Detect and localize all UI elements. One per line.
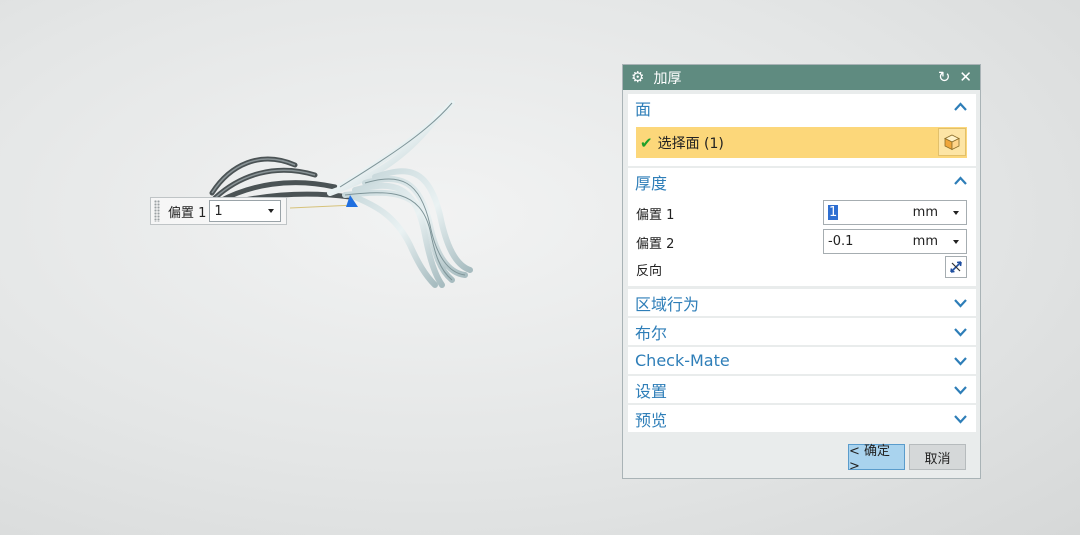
reverse-label: 反向 bbox=[636, 263, 663, 279]
dialog-titlebar[interactable]: ⚙ 加厚 ↻ ✕ bbox=[623, 65, 980, 90]
offset1-unit: mm bbox=[912, 205, 938, 220]
thickness-section-title: 厚度 bbox=[635, 174, 668, 193]
face-section: 面 ✔ 选择面 (1) bbox=[628, 94, 976, 166]
check-mate-header: Check-Mate bbox=[628, 347, 976, 374]
reverse-direction-icon bbox=[950, 261, 962, 273]
boolean-section[interactable]: 布尔 bbox=[628, 318, 976, 345]
offset2-value: -0.1 bbox=[828, 234, 854, 249]
floating-offset-widget: 偏置 1 1 bbox=[150, 197, 287, 225]
thicken-dialog: ⚙ 加厚 ↻ ✕ 面 ✔ 选择面 (1) 厚度 偏置 1 1 mm 偏置 2 -… bbox=[622, 64, 981, 479]
chevron-down-icon[interactable] bbox=[953, 240, 959, 244]
thickened-surface-model[interactable] bbox=[190, 95, 490, 295]
thickness-section-header[interactable]: 厚度 bbox=[628, 168, 976, 196]
chevron-down-icon[interactable] bbox=[953, 295, 968, 310]
preview-header: 预览 bbox=[628, 405, 976, 432]
floating-offset-label: 偏置 1 bbox=[168, 205, 207, 221]
offset1-label: 偏置 1 bbox=[636, 207, 675, 223]
chevron-down-icon[interactable] bbox=[268, 209, 275, 213]
thickness-section: 厚度 偏置 1 1 mm 偏置 2 -0.1 mm 反向 bbox=[628, 168, 976, 286]
check-mate-section[interactable]: Check-Mate bbox=[628, 347, 976, 374]
checkmark-icon: ✔ bbox=[640, 133, 653, 152]
floating-offset-input[interactable]: 1 bbox=[209, 200, 282, 222]
preview-title: 预览 bbox=[635, 410, 668, 430]
close-icon[interactable]: ✕ bbox=[959, 70, 972, 85]
face-selection-button[interactable] bbox=[938, 128, 966, 156]
region-behavior-title: 区域行为 bbox=[635, 294, 700, 314]
offset2-row: 偏置 2 -0.1 mm bbox=[636, 229, 967, 255]
chevron-down-icon[interactable] bbox=[953, 211, 959, 215]
chevron-down-icon[interactable] bbox=[953, 353, 968, 368]
offset1-value: 1 bbox=[828, 205, 839, 220]
floating-offset-value: 1 bbox=[214, 203, 223, 219]
drag-handle[interactable] bbox=[154, 200, 160, 222]
offset1-row: 偏置 1 1 mm bbox=[636, 200, 967, 226]
face-section-title: 面 bbox=[635, 100, 652, 119]
check-mate-title: Check-Mate bbox=[635, 351, 730, 370]
boolean-title: 布尔 bbox=[635, 323, 668, 343]
dialog-title: 加厚 bbox=[653, 70, 682, 87]
chevron-down-icon[interactable] bbox=[953, 411, 968, 426]
preview-section[interactable]: 预览 bbox=[628, 405, 976, 432]
region-behavior-header: 区域行为 bbox=[628, 289, 976, 316]
cancel-button[interactable]: 取消 bbox=[909, 444, 966, 470]
cube-face-icon bbox=[944, 134, 960, 151]
select-face-row[interactable]: ✔ 选择面 (1) bbox=[636, 127, 967, 158]
gear-icon[interactable]: ⚙ bbox=[631, 70, 644, 85]
offset2-label: 偏置 2 bbox=[636, 236, 675, 252]
dialog-button-row: < 确定 > 取消 bbox=[623, 442, 980, 474]
region-behavior-section[interactable]: 区域行为 bbox=[628, 289, 976, 316]
face-section-header[interactable]: 面 bbox=[628, 94, 976, 122]
reset-icon[interactable]: ↻ bbox=[938, 70, 951, 85]
select-face-label: 选择面 (1) bbox=[657, 135, 724, 152]
chevron-down-icon[interactable] bbox=[953, 382, 968, 397]
chevron-down-icon[interactable] bbox=[953, 324, 968, 339]
boolean-header: 布尔 bbox=[628, 318, 976, 345]
settings-section[interactable]: 设置 bbox=[628, 376, 976, 403]
offset2-unit: mm bbox=[912, 234, 938, 249]
chevron-up-icon[interactable] bbox=[953, 174, 968, 189]
offset1-input[interactable]: 1 mm bbox=[823, 200, 967, 225]
settings-header: 设置 bbox=[628, 376, 976, 403]
ok-button[interactable]: < 确定 > bbox=[848, 444, 905, 474]
chevron-up-icon[interactable] bbox=[953, 100, 968, 115]
offset2-input[interactable]: -0.1 mm bbox=[823, 229, 967, 254]
reverse-row: 反向 bbox=[636, 256, 967, 282]
reverse-direction-button[interactable] bbox=[945, 256, 967, 278]
settings-title: 设置 bbox=[635, 381, 668, 401]
